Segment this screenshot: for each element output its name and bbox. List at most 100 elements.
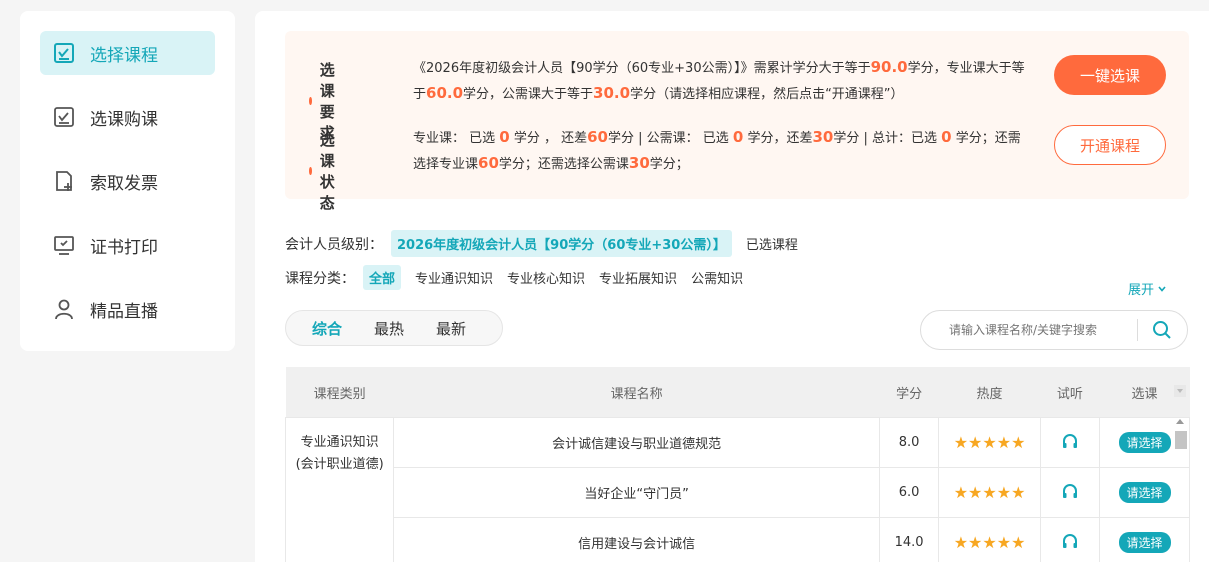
header-category: 课程类别 <box>285 367 394 418</box>
tab-newest[interactable]: 最新 <box>436 318 466 339</box>
headphones-icon[interactable] <box>1061 482 1079 500</box>
text-segment: 学分，公需课大于等于 <box>463 87 594 102</box>
text-segment: 《2026年度初级会计人员【90学分（60专业+30公需）】》需累计学分大于等于 <box>413 61 871 76</box>
level-tag[interactable]: 2026年度初级会计人员【90学分（60专业+30公需）】 <box>391 230 732 257</box>
sidebar-item-invoice[interactable]: 索取发票 <box>40 159 215 203</box>
course-name: 当好企业“守门员” <box>393 467 880 518</box>
header-course-name: 课程名称 <box>393 367 880 418</box>
trial-cell <box>1039 517 1101 562</box>
bullet-icon <box>309 167 312 175</box>
text-segment: 学分 ， 还差 <box>509 131 588 146</box>
expand-toggle[interactable]: 展开 <box>1128 279 1167 298</box>
search-input[interactable] <box>947 319 1138 341</box>
selected-courses-link[interactable]: 已选课程 <box>746 234 798 253</box>
course-credit: 8.0 <box>878 417 940 468</box>
highlight-value: 60 <box>587 128 608 146</box>
scrollbar-thumb[interactable] <box>1175 431 1187 449</box>
headphones-icon[interactable] <box>1061 532 1079 550</box>
sidebar-item-label: 选择课程 <box>90 45 158 66</box>
text-segment: 学分（请选择相应课程，然后点击“开通课程”） <box>630 87 904 102</box>
select-course-button[interactable]: 请选择 <box>1118 482 1171 503</box>
category-public[interactable]: 公需知识 <box>691 268 743 287</box>
course-name: 会计诚信建设与职业道德规范 <box>393 417 880 468</box>
sidebar-item-certificate[interactable]: 证书打印 <box>40 223 215 267</box>
highlight-value: 30.0 <box>593 84 631 102</box>
text-segment: 学分 | 公需课： 已选 <box>607 131 733 146</box>
course-credit: 14.0 <box>878 517 940 562</box>
highlight-value: 60.0 <box>426 84 464 102</box>
dropdown-icon[interactable] <box>1173 385 1186 397</box>
highlight-value: 30 <box>628 154 650 172</box>
highlight-value: 90.0 <box>870 58 908 76</box>
checkbox-icon <box>52 105 76 129</box>
trial-cell <box>1039 417 1101 468</box>
table-row: 专业通识知识 (会计职业道德) 会计诚信建设与职业道德规范 8.0 ★★★★★ … <box>284 417 1190 562</box>
star-rating: ★★★★★ <box>938 467 1041 518</box>
header-credit: 学分 <box>879 367 939 418</box>
level-label: 会计人员级别： <box>285 236 383 253</box>
category-all[interactable]: 全部 <box>363 265 402 290</box>
monitor-icon <box>52 233 76 257</box>
highlight-value: 0 <box>499 128 510 146</box>
text-segment: 学分；还需选择公需课 <box>498 157 629 172</box>
text-segment: 学分，还差 <box>743 131 813 146</box>
course-credit: 6.0 <box>878 467 940 518</box>
search-box <box>920 310 1188 350</box>
highlight-value: 60 <box>478 154 499 172</box>
tab-hottest[interactable]: 最热 <box>374 318 404 339</box>
category-cell: 专业通识知识 (会计职业道德) <box>284 417 395 562</box>
sidebar-item-label: 选课购课 <box>90 109 158 130</box>
header-select-label: 选课 <box>1131 386 1158 402</box>
chevron-down-icon <box>1157 284 1167 294</box>
header-trial: 试听 <box>1040 367 1100 418</box>
trial-cell <box>1039 467 1101 518</box>
star-rating: ★★★★★ <box>938 417 1041 468</box>
sidebar: 选择课程 选课购课 索取发票 证书打印 精品直播 <box>20 11 235 351</box>
star-rating: ★★★★★ <box>938 517 1041 562</box>
text-segment: 学分 | 总计：已选 <box>833 131 942 146</box>
scroll-up-arrow-icon[interactable] <box>1176 419 1184 424</box>
checkbox-icon <box>52 41 76 65</box>
requirements-box: 选课要求 《2026年度初级会计人员【90学分（60专业+30公需）】》需累计学… <box>285 31 1189 212</box>
select-course-button[interactable]: 请选择 <box>1118 532 1171 553</box>
header-popularity: 热度 <box>938 367 1041 418</box>
table-row: 信用建设与会计诚信 14.0 ★★★★★ 请选择 <box>286 517 1190 562</box>
document-add-icon <box>52 169 76 193</box>
one-click-select-button[interactable]: 一键选课 <box>1054 55 1166 95</box>
highlight-value: 30 <box>812 128 834 146</box>
sidebar-item-label: 证书打印 <box>90 237 158 258</box>
header-select: 选课 <box>1099 367 1190 418</box>
category-cell-line: 专业通识知识 <box>300 435 379 450</box>
course-table: 课程类别 课程名称 学分 热度 试听 选课 专业通识知识 (会计职业道德) 会计… <box>284 367 1190 562</box>
search-icon[interactable] <box>1152 320 1172 340</box>
category-extension[interactable]: 专业拓展知识 <box>599 268 677 287</box>
select-course-button[interactable]: 请选择 <box>1118 432 1171 453</box>
category-general[interactable]: 专业通识知识 <box>415 268 493 287</box>
status-text: 专业课： 已选 0 学分 ， 还差60学分 | 公需课： 已选 0 学分，还差3… <box>413 125 1033 177</box>
sidebar-item-live[interactable]: 精品直播 <box>40 287 215 331</box>
table-row: 当好企业“守门员” 6.0 ★★★★★ 请选择 <box>286 467 1190 518</box>
highlight-value: 0 <box>732 128 744 146</box>
level-filter: 会计人员级别： 2026年度初级会计人员【90学分（60专业+30公需）】 已选… <box>285 230 798 257</box>
requirement-text: 《2026年度初级会计人员【90学分（60专业+30公需）】》需累计学分大于等于… <box>413 55 1033 107</box>
sidebar-item-label: 索取发票 <box>90 173 158 194</box>
category-label: 课程分类： <box>285 270 355 287</box>
expand-label: 展开 <box>1128 283 1155 298</box>
tab-comprehensive[interactable]: 综合 <box>312 318 342 339</box>
bullet-icon <box>309 97 312 105</box>
sort-tabs: 综合 最热 最新 <box>285 310 503 346</box>
open-course-button[interactable]: 开通课程 <box>1054 125 1166 165</box>
category-cell-line: (会计职业道德) <box>295 457 384 472</box>
sidebar-item-label: 精品直播 <box>90 301 158 322</box>
table-scrollbar[interactable] <box>1173 417 1187 562</box>
category-core[interactable]: 专业核心知识 <box>507 268 585 287</box>
headphones-icon[interactable] <box>1061 432 1079 450</box>
main-panel: 选课要求 《2026年度初级会计人员【90学分（60专业+30公需）】》需累计学… <box>255 11 1209 562</box>
sidebar-item-select-course[interactable]: 选择课程 <box>40 31 215 75</box>
sidebar-item-buy-course[interactable]: 选课购课 <box>40 95 215 139</box>
category-filter: 课程分类： 全部 专业通识知识 专业核心知识 专业拓展知识 公需知识 <box>285 265 743 290</box>
user-icon <box>52 297 76 321</box>
text-segment: 学分； <box>649 157 689 172</box>
status-label: 选课状态 <box>309 129 340 213</box>
text-segment: 专业课： 已选 <box>413 131 500 146</box>
